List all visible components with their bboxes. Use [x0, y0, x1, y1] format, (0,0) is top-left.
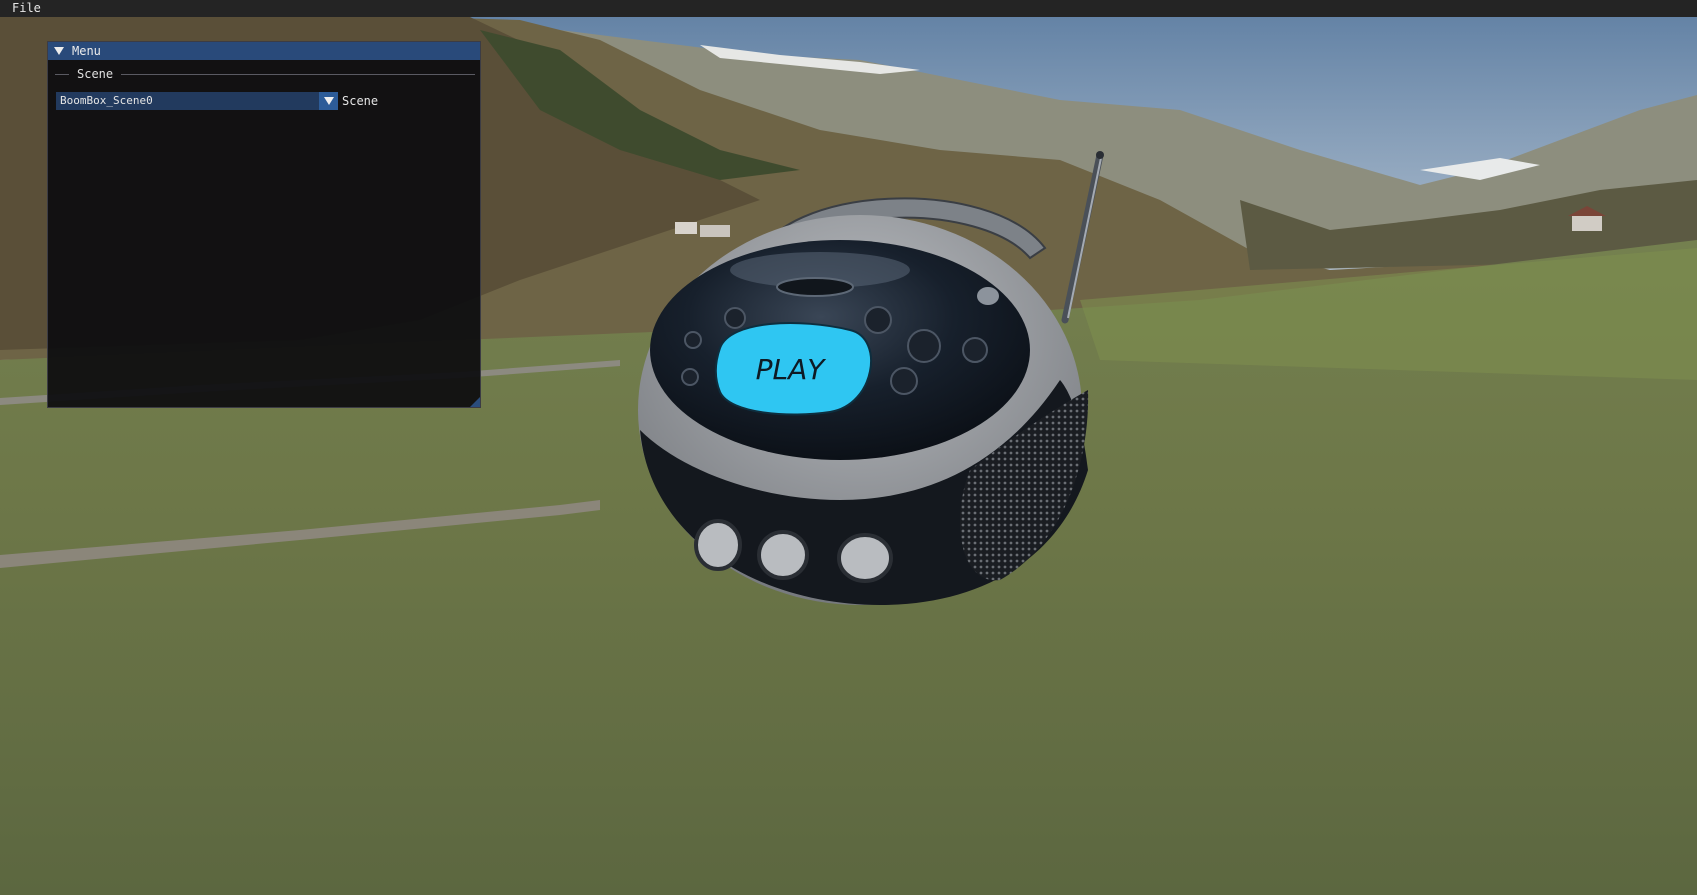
menu-window[interactable]: Menu Scene BoomBox_Scene0 Scene: [47, 41, 481, 408]
window-title: Menu: [72, 44, 101, 58]
scene-combo-label: Scene: [342, 94, 379, 108]
scene-combo-value: BoomBox_Scene0: [60, 94, 153, 107]
separator-line-right: [121, 74, 475, 75]
play-label: PLAY: [756, 353, 827, 386]
separator-line-left: [55, 74, 69, 75]
scene-section-separator: Scene: [55, 67, 475, 81]
scene-combo[interactable]: BoomBox_Scene0: [56, 92, 338, 110]
window-title-bar[interactable]: Menu: [48, 42, 480, 60]
combo-dropdown-button[interactable]: [319, 92, 338, 110]
dropdown-arrow-icon: [324, 97, 334, 105]
menu-file[interactable]: File: [10, 0, 43, 17]
resize-grip-icon[interactable]: [470, 397, 480, 407]
menu-bar: File: [0, 0, 1697, 17]
section-label: Scene: [77, 67, 114, 81]
collapse-arrow-icon[interactable]: [54, 47, 64, 55]
